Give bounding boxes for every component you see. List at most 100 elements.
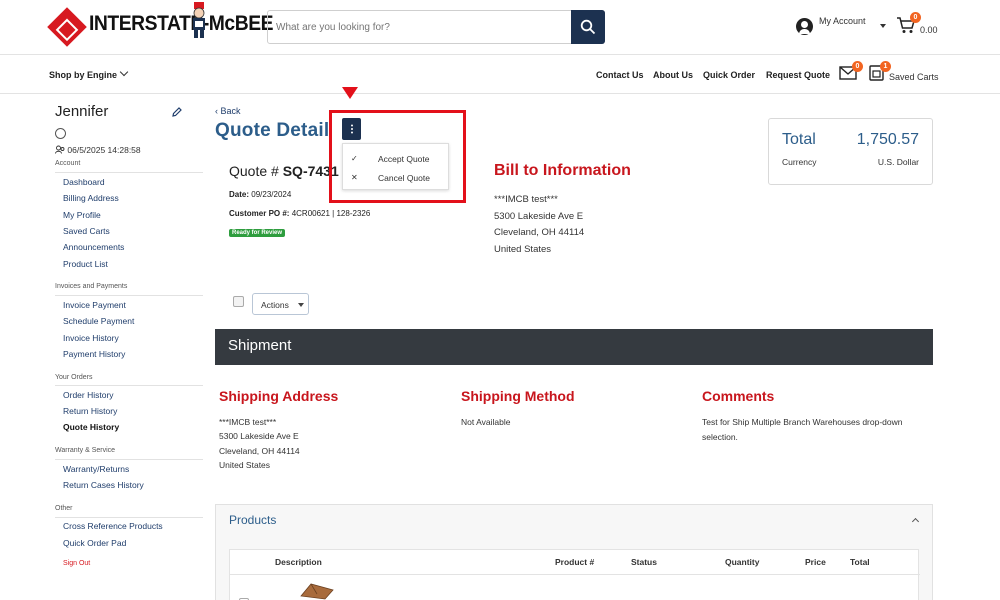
- column-header-description: Description: [275, 557, 322, 567]
- nav-request-quote[interactable]: Request Quote: [766, 70, 830, 80]
- actions-dropdown-button[interactable]: Actions: [252, 293, 309, 315]
- user-name: Jennifer: [55, 103, 109, 120]
- sidebar-item-schedule-payment[interactable]: Schedule Payment: [63, 316, 134, 326]
- quote-total-summary: Total 1,750.57 Currency U.S. Dollar: [768, 118, 933, 185]
- sidebar-item-quick-order-pad[interactable]: Quick Order Pad: [63, 538, 126, 548]
- column-header-status: Status: [631, 557, 657, 567]
- nav-quick-order[interactable]: Quick Order: [703, 70, 755, 80]
- quote-date-label: Date:: [229, 190, 250, 199]
- sidebar-item-return-history[interactable]: Return History: [63, 406, 117, 416]
- bill-to-line: United States: [494, 244, 552, 255]
- shipping-method-title: Shipping Method: [461, 388, 575, 404]
- search-icon: [580, 19, 596, 35]
- divider: [230, 574, 920, 575]
- sidebar-item-quote-history[interactable]: Quote History: [63, 422, 119, 432]
- column-header-quantity: Quantity: [725, 557, 760, 567]
- sign-out-link[interactable]: Sign Out: [63, 560, 90, 567]
- logo-diamond-icon: [47, 7, 87, 47]
- brand-logo[interactable]: INTERSTATE-McBEE: [47, 7, 289, 47]
- customer-po-value: 4CR00621 | 128-2326: [291, 209, 371, 218]
- bill-to-line: ***IMCB test***: [494, 194, 558, 205]
- actions-label: Actions: [261, 300, 289, 310]
- section-account: Account: [55, 160, 81, 167]
- back-link[interactable]: ‹ Back: [215, 106, 241, 116]
- select-all-checkbox[interactable]: [233, 296, 244, 307]
- product-image[interactable]: [297, 580, 337, 600]
- saved-count-badge: 1: [880, 61, 891, 72]
- divider: [55, 385, 203, 386]
- my-account-menu[interactable]: My Account: [796, 15, 866, 35]
- comments-title: Comments: [702, 388, 775, 404]
- sidebar-item-billing-address[interactable]: Billing Address: [63, 193, 119, 203]
- divider: [55, 172, 203, 173]
- shipping-address-line: ***IMCB test***: [219, 417, 277, 427]
- account-icon: [796, 18, 813, 35]
- quote-number-label: Quote #: [229, 163, 279, 179]
- shipping-address-line: 5300 Lakeside Ave E: [219, 431, 299, 441]
- customer-po-label: Customer PO #:: [229, 209, 290, 218]
- edit-pencil-icon[interactable]: [171, 106, 183, 118]
- divider: [55, 517, 203, 518]
- chevron-left-icon: ‹: [215, 106, 218, 116]
- divider: [55, 295, 203, 296]
- cart-button[interactable]: 0: [896, 12, 921, 39]
- sidebar-item-cross-reference[interactable]: Cross Reference Products: [63, 521, 163, 531]
- section-other: Other: [55, 505, 73, 512]
- sidebar-item-invoice-history[interactable]: Invoice History: [63, 333, 119, 343]
- page: INTERSTATE-McBEE My Account: [0, 0, 1000, 600]
- quote-number: Quote # SQ-7431: [229, 163, 339, 179]
- sidebar-item-saved-carts[interactable]: Saved Carts: [63, 226, 110, 236]
- sidebar-item-return-cases[interactable]: Return Cases History: [63, 480, 144, 490]
- sidebar-item-order-history[interactable]: Order History: [63, 390, 114, 400]
- page-title: Quote Detail: [215, 120, 330, 141]
- last-login: 06/5/2025 14:28:58: [55, 145, 141, 155]
- quote-date: Date: 09/23/2024: [229, 190, 291, 199]
- total-label: Total: [782, 131, 816, 148]
- currency-label: Currency: [782, 157, 817, 167]
- messages-button[interactable]: 0: [839, 61, 863, 85]
- saved-carts-link[interactable]: Saved Carts: [889, 72, 939, 82]
- products-table: Description Product # Status Quantity Pr…: [229, 549, 920, 600]
- sidebar-item-dashboard[interactable]: Dashboard: [63, 177, 105, 187]
- cart-count-badge: 0: [910, 12, 921, 23]
- shipping-address-line: Cleveland, OH 44114: [219, 446, 300, 456]
- account-caret-icon[interactable]: [880, 24, 886, 28]
- shipment-title: Shipment: [228, 337, 292, 354]
- nav-contact-us[interactable]: Contact Us: [596, 70, 644, 80]
- section-invoices: Invoices and Payments: [55, 283, 128, 290]
- sidebar-item-my-profile[interactable]: My Profile: [63, 210, 101, 220]
- shipping-address-line: United States: [219, 460, 271, 470]
- bill-to-title: Bill to Information: [494, 162, 631, 179]
- sidebar-item-warranty-returns[interactable]: Warranty/Returns: [63, 464, 129, 474]
- bill-to-line: 5300 Lakeside Ave E: [494, 211, 584, 222]
- shipping-address-title: Shipping Address: [219, 388, 339, 404]
- nav-about-us[interactable]: About Us: [653, 70, 693, 80]
- shop-by-engine-menu[interactable]: Shop by Engine: [49, 70, 117, 80]
- highlight-arrow-icon: [342, 87, 358, 99]
- sidebar-item-announcements[interactable]: Announcements: [63, 242, 124, 252]
- comments-text: selection.: [702, 432, 738, 442]
- search-bar: [267, 10, 605, 44]
- sidebar-item-payment-history[interactable]: Payment History: [63, 349, 125, 359]
- chevron-up-icon[interactable]: [911, 517, 920, 526]
- highlight-box: [329, 110, 466, 203]
- column-header-total: Total: [850, 557, 870, 567]
- user-circle-icon: [55, 128, 66, 139]
- saved-carts-button[interactable]: 1: [869, 61, 891, 86]
- currency-value: U.S. Dollar: [877, 157, 919, 167]
- quote-date-value: 09/23/2024: [251, 190, 292, 199]
- brand-name: INTERSTATE-McBEE: [89, 12, 274, 35]
- search-input[interactable]: [268, 11, 571, 43]
- shipment-header: Shipment: [215, 329, 933, 365]
- bill-to-line: Cleveland, OH 44114: [494, 227, 585, 238]
- caret-down-icon: [298, 303, 304, 307]
- section-warranty: Warranty & Service: [55, 447, 116, 454]
- my-account-label: My Account: [819, 15, 866, 26]
- search-button[interactable]: [571, 10, 605, 44]
- sidebar-item-invoice-payment[interactable]: Invoice Payment: [63, 300, 126, 310]
- sidebar-item-product-list[interactable]: Product List: [63, 259, 108, 269]
- comments-text: Test for Ship Multiple Branch Warehouses…: [702, 417, 903, 427]
- last-login-time: 06/5/2025 14:28:58: [67, 145, 141, 155]
- shipping-method-value: Not Available: [461, 417, 511, 427]
- main-nav: Shop by Engine Contact Us About Us Quick…: [0, 56, 1000, 94]
